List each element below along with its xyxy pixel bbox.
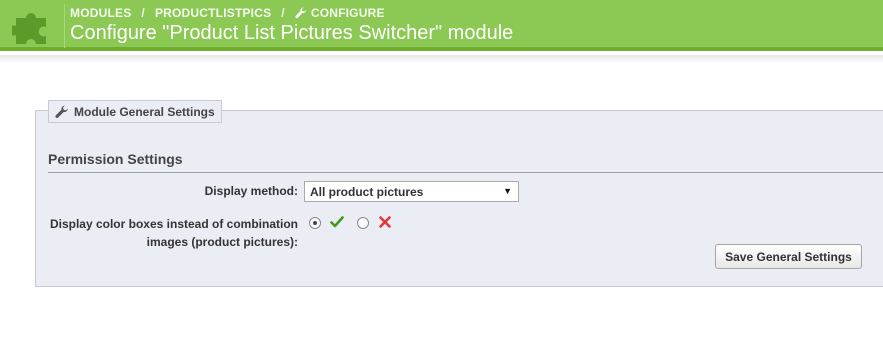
display-method-label: Display method: <box>204 184 298 198</box>
save-general-settings-button[interactable]: Save General Settings <box>715 244 862 269</box>
wrench-icon <box>55 105 68 118</box>
breadcrumb-configure: CONFIGURE <box>310 6 385 20</box>
breadcrumb-modules[interactable]: MODULES <box>70 6 131 20</box>
panel-legend: Module General Settings <box>48 100 222 123</box>
display-method-select[interactable]: All product pictures ▼ <box>304 181 519 202</box>
breadcrumb-separator: / <box>141 6 145 20</box>
header-divider <box>64 4 65 48</box>
color-boxes-label: Display color boxes instead of combinati… <box>49 217 298 249</box>
header-shadow <box>0 55 883 63</box>
section-title: Permission Settings <box>48 151 183 167</box>
page-title: Configure "Product List Pictures Switche… <box>70 22 514 44</box>
wrench-icon <box>295 7 306 19</box>
section-divider <box>48 172 883 173</box>
cross-icon <box>379 216 391 228</box>
puzzle-icon <box>12 13 46 44</box>
color-boxes-yes-radio[interactable] <box>309 217 321 229</box>
breadcrumb-separator: / <box>281 6 285 20</box>
display-method-value: All product pictures <box>310 184 424 199</box>
panel-legend-label: Module General Settings <box>74 104 215 119</box>
color-boxes-no-radio[interactable] <box>357 217 369 229</box>
breadcrumb-productlistpics[interactable]: PRODUCTLISTPICS <box>155 6 271 20</box>
chevron-down-icon: ▼ <box>503 186 512 196</box>
check-icon <box>330 216 344 228</box>
breadcrumb: MODULES / PRODUCTLISTPICS / CONFIGURE <box>70 6 385 20</box>
page-header: MODULES / PRODUCTLISTPICS / CONFIGURE Co… <box>0 0 883 51</box>
